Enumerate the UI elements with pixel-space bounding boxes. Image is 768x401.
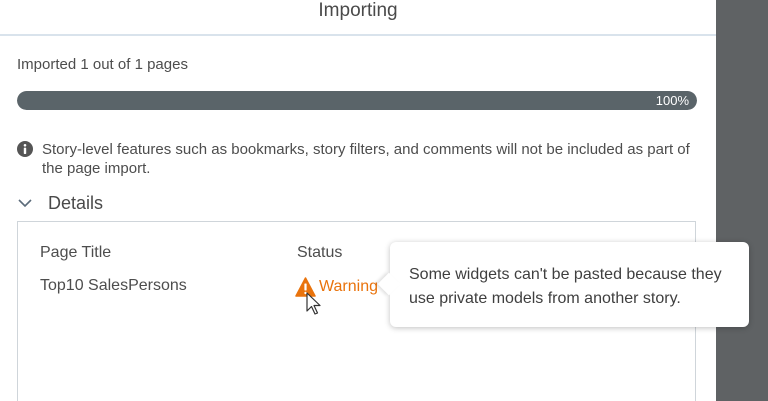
progress-bar: 100% [17,91,697,110]
page-title-cell: Top10 SalesPersons [40,277,187,294]
mouse-cursor-icon [306,292,321,315]
progress-label: 100% [655,93,689,108]
warning-tooltip: Some widgets can't be pasted because the… [377,242,749,327]
column-header-page-title: Page Title [40,244,112,261]
tooltip-text: Some widgets can't be pasted because the… [409,266,722,307]
chevron-down-icon [18,199,32,208]
progress-fill [17,91,697,110]
status-warning-label[interactable]: Warning [319,278,378,296]
info-message-text: Story-level features such as bookmarks, … [42,141,690,177]
dialog-header: Importing [0,0,716,36]
column-header-status: Status [297,244,343,261]
info-icon [17,141,33,157]
dialog-title: Importing [318,0,398,21]
details-label: Details [48,192,104,213]
info-message: Story-level features such as bookmarks, … [17,140,702,178]
import-status-text: Imported 1 out of 1 pages [17,56,188,73]
details-toggle[interactable]: Details [17,191,103,215]
import-dialog: Importing Imported 1 out of 1 pages 100%… [0,0,716,401]
